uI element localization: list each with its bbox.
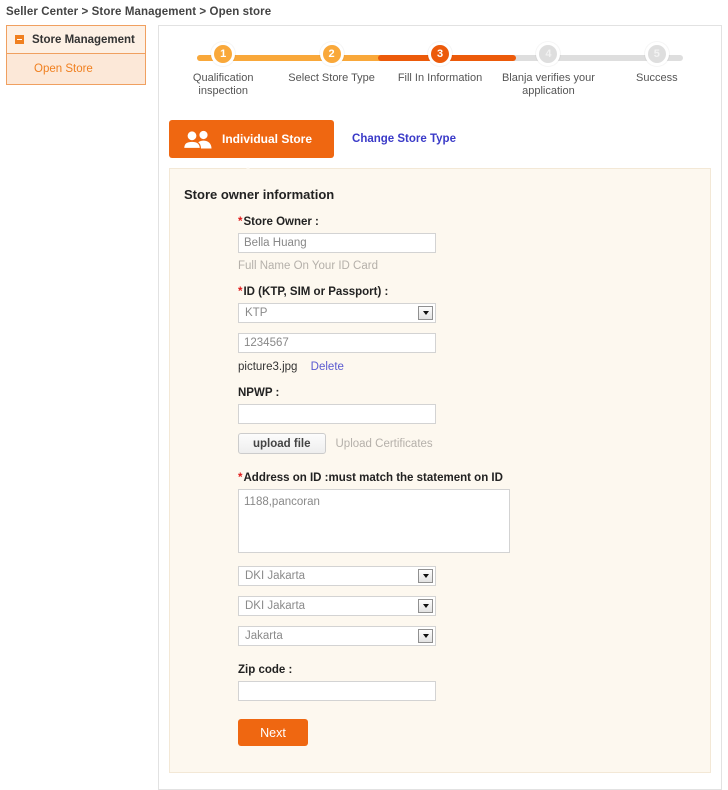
id-file-row: picture3.jpg Delete [238, 361, 710, 373]
step-5-label: Success [636, 72, 678, 84]
upload-hint: Upload Certificates [335, 437, 433, 450]
sidebar-section-label: Store Management [32, 33, 135, 46]
step-2[interactable]: 2 Select Store Type [277, 42, 385, 98]
chevron-down-icon[interactable] [418, 569, 433, 583]
chevron-down-icon[interactable] [418, 599, 433, 613]
page-body: Store Management Open Store 1 Qualificat… [0, 25, 728, 790]
id-type-select-value: KTP [245, 307, 268, 319]
step-4-circle: 4 [536, 42, 561, 66]
required-mark: * [238, 472, 243, 484]
card-pointer-arrow [237, 167, 259, 178]
step-2-label: Select Store Type [288, 72, 375, 84]
people-icon [183, 129, 213, 149]
npwp-input[interactable] [238, 404, 436, 424]
minus-square-icon[interactable] [15, 35, 24, 44]
id-type-label-text: ID (KTP, SIM or Passport) : [243, 286, 389, 298]
sidebar-item-open-store[interactable]: Open Store [7, 54, 145, 84]
step-5[interactable]: 5 Success [603, 42, 711, 98]
chevron-down-icon[interactable] [418, 629, 433, 643]
upload-file-button[interactable]: upload file [238, 433, 326, 454]
progress-stepper: 1 Qualification inspection 2 Select Stor… [169, 42, 711, 104]
change-store-type-link[interactable]: Change Store Type [352, 133, 456, 145]
owner-form: *Store Owner : Full Name On Your ID Card… [238, 216, 710, 746]
upload-row: upload file Upload Certificates [238, 433, 710, 454]
id-type-label: *ID (KTP, SIM or Passport) : [238, 286, 710, 298]
step-1-label: Qualification inspection [192, 72, 254, 97]
page-title: Store owner information [184, 187, 335, 202]
address-textarea[interactable]: 1188,pancoran [238, 489, 510, 553]
id-number-input[interactable] [238, 333, 436, 353]
store-owner-hint: Full Name On Your ID Card [238, 260, 378, 272]
tab-individual-store-label: Individual Store [222, 132, 313, 146]
province-select-value: DKI Jakarta [245, 570, 306, 582]
step-1-circle: 1 [211, 42, 236, 66]
address-label-text: Address on ID :must match the statement … [243, 472, 503, 484]
next-button[interactable]: Next [238, 719, 308, 746]
step-5-circle: 5 [644, 42, 669, 66]
store-owner-label: *Store Owner : [238, 216, 710, 228]
sidebar: Store Management Open Store [6, 25, 146, 85]
id-file-name: picture3.jpg [238, 361, 298, 373]
step-4-label: Blanja verifies your application [501, 72, 595, 97]
step-4[interactable]: 4 Blanja verifies your application [494, 42, 602, 98]
npwp-label: NPWP : [238, 387, 280, 399]
step-3-label: Fill In Information [397, 72, 483, 84]
step-1[interactable]: 1 Qualification inspection [169, 42, 277, 98]
main-content-panel: 1 Qualification inspection 2 Select Stor… [158, 25, 722, 790]
delete-file-link[interactable]: Delete [311, 361, 344, 373]
breadcrumb: Seller Center > Store Management > Open … [6, 6, 272, 18]
store-owner-form-card: Store owner information *Store Owner : F… [169, 168, 711, 773]
province-select[interactable]: DKI Jakarta [238, 566, 436, 586]
form-card-wrap: Store owner information *Store Owner : F… [169, 167, 711, 773]
city-select-value: DKI Jakarta [245, 600, 306, 612]
district-select-value: Jakarta [245, 630, 283, 642]
required-mark: * [238, 286, 243, 298]
address-label: *Address on ID :must match the statement… [238, 472, 710, 484]
id-type-select[interactable]: KTP [238, 303, 436, 323]
required-mark: * [238, 216, 243, 228]
store-owner-label-text: Store Owner : [243, 216, 319, 228]
store-type-row: Individual Store Change Store Type [169, 120, 721, 158]
zip-code-label: Zip code : [238, 664, 293, 676]
tab-individual-store[interactable]: Individual Store [169, 120, 335, 158]
step-3-circle: 3 [428, 42, 453, 66]
city-select[interactable]: DKI Jakarta [238, 596, 436, 616]
store-owner-input[interactable] [238, 233, 436, 253]
step-2-circle: 2 [319, 42, 344, 66]
zip-code-input[interactable] [238, 681, 436, 701]
chevron-down-icon[interactable] [418, 306, 433, 320]
step-3[interactable]: 3 Fill In Information [386, 42, 494, 98]
district-select[interactable]: Jakarta [238, 626, 436, 646]
sidebar-section-store-management[interactable]: Store Management [7, 26, 145, 54]
